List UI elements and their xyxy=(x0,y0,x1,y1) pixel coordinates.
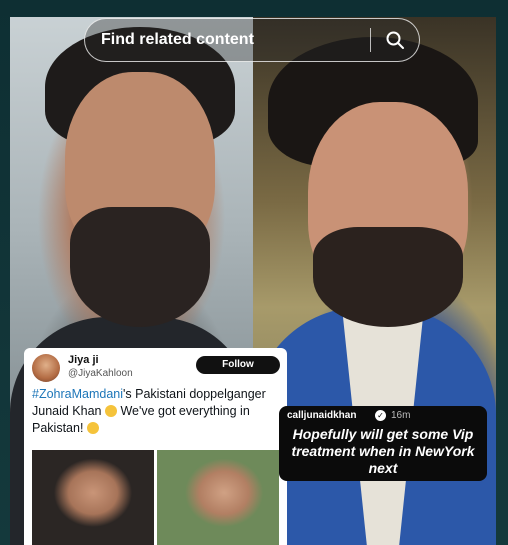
tweet-image-left[interactable] xyxy=(32,450,154,545)
follow-button[interactable]: Follow xyxy=(196,356,280,374)
tweet-image-right[interactable] xyxy=(157,450,279,545)
tweet-author-name[interactable]: Jiya ji xyxy=(68,354,99,366)
search-bar[interactable]: Find related content xyxy=(84,18,420,62)
story-time: 16m xyxy=(391,410,411,421)
tweet-author-handle[interactable]: @JiyaKahloon xyxy=(68,368,133,379)
left-beard xyxy=(70,207,210,327)
verified-badge-icon: ✓ xyxy=(375,410,386,421)
right-beard xyxy=(313,227,463,327)
search-icon xyxy=(386,31,404,49)
tweet-text: #ZohraMamdani's Pakistani doppelganger J… xyxy=(32,386,282,437)
image-viewer: Find related content Jiya ji @JiyaKahloo… xyxy=(0,0,508,545)
avatar[interactable] xyxy=(32,354,60,382)
smile-emoji-icon xyxy=(86,422,99,434)
grimace-emoji-icon xyxy=(105,405,117,417)
tweet-hashtag[interactable]: #ZohraMamdani xyxy=(32,387,123,401)
story-username: calljunaidkhan xyxy=(287,410,357,421)
search-input[interactable]: Find related content xyxy=(101,31,370,49)
tweet-card[interactable]: Jiya ji @JiyaKahloon Follow #ZohraMamdan… xyxy=(24,348,287,545)
search-button[interactable] xyxy=(371,18,419,62)
story-caption: Hopefully will get some Vip treatment wh… xyxy=(291,426,475,476)
story-caption-box: calljunaidkhan ✓ 16m Hopefully will get … xyxy=(279,406,487,481)
